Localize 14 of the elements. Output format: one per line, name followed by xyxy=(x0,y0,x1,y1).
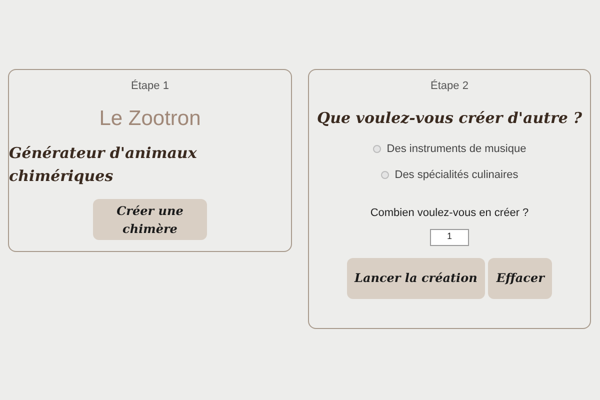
create-button[interactable]: Créer une chimère xyxy=(93,199,207,240)
step-label: Étape 1 xyxy=(131,78,169,94)
count-label: Combien voulez-vous en créer ? xyxy=(370,206,529,221)
question-heading: Que voulez-vous créer d'autre ? xyxy=(317,108,582,128)
option-label: Des spécialités culinaires xyxy=(394,168,518,182)
step-label: Étape 2 xyxy=(430,78,468,94)
launch-button[interactable]: Lancer la création xyxy=(346,258,486,298)
radio-button[interactable] xyxy=(372,145,381,154)
clear-button[interactable]: Effacer xyxy=(488,258,552,298)
subtitle: Générateur d'animaux chimériques xyxy=(9,143,198,186)
app-title: Le Zootron xyxy=(99,106,201,132)
option-label: Des instruments de musique xyxy=(386,142,526,157)
count-field[interactable]: 1 xyxy=(430,228,469,246)
radio-button[interactable] xyxy=(380,170,389,179)
